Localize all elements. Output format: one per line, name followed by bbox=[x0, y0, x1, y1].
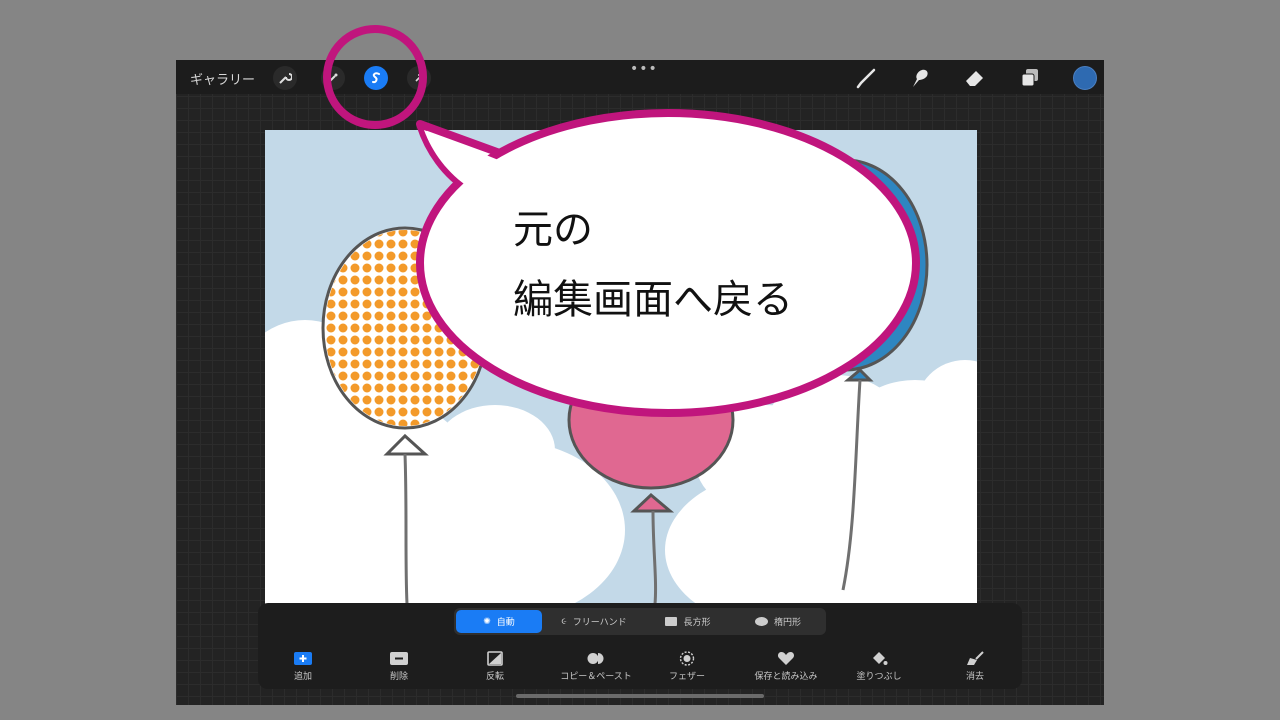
tool-invert-label: 反転 bbox=[485, 672, 504, 682]
layers-icon[interactable] bbox=[1018, 66, 1042, 90]
home-indicator bbox=[516, 694, 764, 698]
mode-ellipse[interactable]: 楕円形 bbox=[734, 610, 822, 633]
callout-line-1: 元の bbox=[513, 207, 593, 253]
feather-icon bbox=[679, 651, 695, 666]
top-toolbar: ギャラリー ••• bbox=[176, 60, 1104, 94]
more-options-icon[interactable]: ••• bbox=[630, 61, 658, 77]
selection-icon[interactable] bbox=[364, 66, 388, 90]
tool-clear[interactable]: 消去 bbox=[930, 651, 1020, 682]
gallery-button[interactable]: ギャラリー bbox=[190, 69, 255, 88]
mode-auto-label: 自動 bbox=[496, 618, 515, 628]
callout-line-2: 編集画面へ戻る bbox=[513, 277, 793, 323]
selection-mode-selector: ✺ 自動 ૯ フリーハンド 長方形 楕円形 bbox=[454, 608, 826, 635]
mode-rectangle[interactable]: 長方形 bbox=[646, 610, 730, 633]
selection-panel: ✺ 自動 ૯ フリーハンド 長方形 楕円形 追加 削除 反転 コピー＆ペースト … bbox=[258, 603, 1022, 689]
mode-freehand[interactable]: ૯ フリーハンド bbox=[546, 610, 642, 633]
tool-invert[interactable]: 反転 bbox=[450, 651, 540, 682]
tool-copy-paste[interactable]: コピー＆ペースト bbox=[546, 651, 646, 682]
transform-arrow-icon[interactable] bbox=[407, 66, 431, 90]
freehand-icon: ૯ bbox=[561, 616, 567, 627]
mode-freehand-label: フリーハンド bbox=[572, 618, 627, 628]
ellipse-icon bbox=[754, 617, 768, 626]
wrench-icon[interactable] bbox=[273, 66, 297, 90]
heart-icon bbox=[777, 652, 795, 665]
fill-icon bbox=[873, 652, 888, 665]
tool-add-label: 追加 bbox=[293, 672, 312, 682]
clear-icon bbox=[967, 651, 984, 665]
tool-copy-paste-label: コピー＆ペースト bbox=[560, 672, 632, 682]
mode-auto[interactable]: ✺ 自動 bbox=[456, 610, 542, 633]
invert-icon bbox=[487, 651, 503, 666]
auto-icon: ✺ bbox=[483, 616, 491, 627]
tool-fill-label: 塗りつぶし bbox=[856, 672, 902, 682]
eraser-icon[interactable] bbox=[963, 66, 987, 90]
rectangle-icon bbox=[665, 617, 678, 626]
tool-clear-label: 消去 bbox=[965, 672, 984, 682]
color-swatch-icon[interactable] bbox=[1073, 66, 1097, 90]
tool-add[interactable]: 追加 bbox=[258, 651, 348, 682]
tool-save-load[interactable]: 保存と読み込み bbox=[736, 651, 836, 682]
mode-rectangle-label: 長方形 bbox=[683, 618, 711, 628]
tool-feather[interactable]: フェザー bbox=[642, 651, 732, 682]
mode-ellipse-label: 楕円形 bbox=[773, 618, 801, 628]
copy-paste-icon bbox=[587, 653, 604, 664]
magic-wand-icon[interactable] bbox=[321, 66, 345, 90]
tool-feather-label: フェザー bbox=[668, 672, 705, 682]
tool-save-load-label: 保存と読み込み bbox=[754, 672, 818, 682]
tool-remove-label: 削除 bbox=[389, 672, 408, 682]
procreate-app: ギャラリー ••• ✺ 自動 ૯ フリーハンド 長方形 楕円形 追加 削除 反転… bbox=[176, 60, 1104, 705]
tool-fill[interactable]: 塗りつぶし bbox=[834, 651, 924, 682]
brush-icon[interactable] bbox=[854, 66, 878, 90]
tool-remove[interactable]: 削除 bbox=[354, 651, 444, 682]
add-icon bbox=[294, 652, 312, 665]
smudge-icon[interactable] bbox=[908, 66, 932, 90]
remove-icon bbox=[390, 652, 408, 665]
